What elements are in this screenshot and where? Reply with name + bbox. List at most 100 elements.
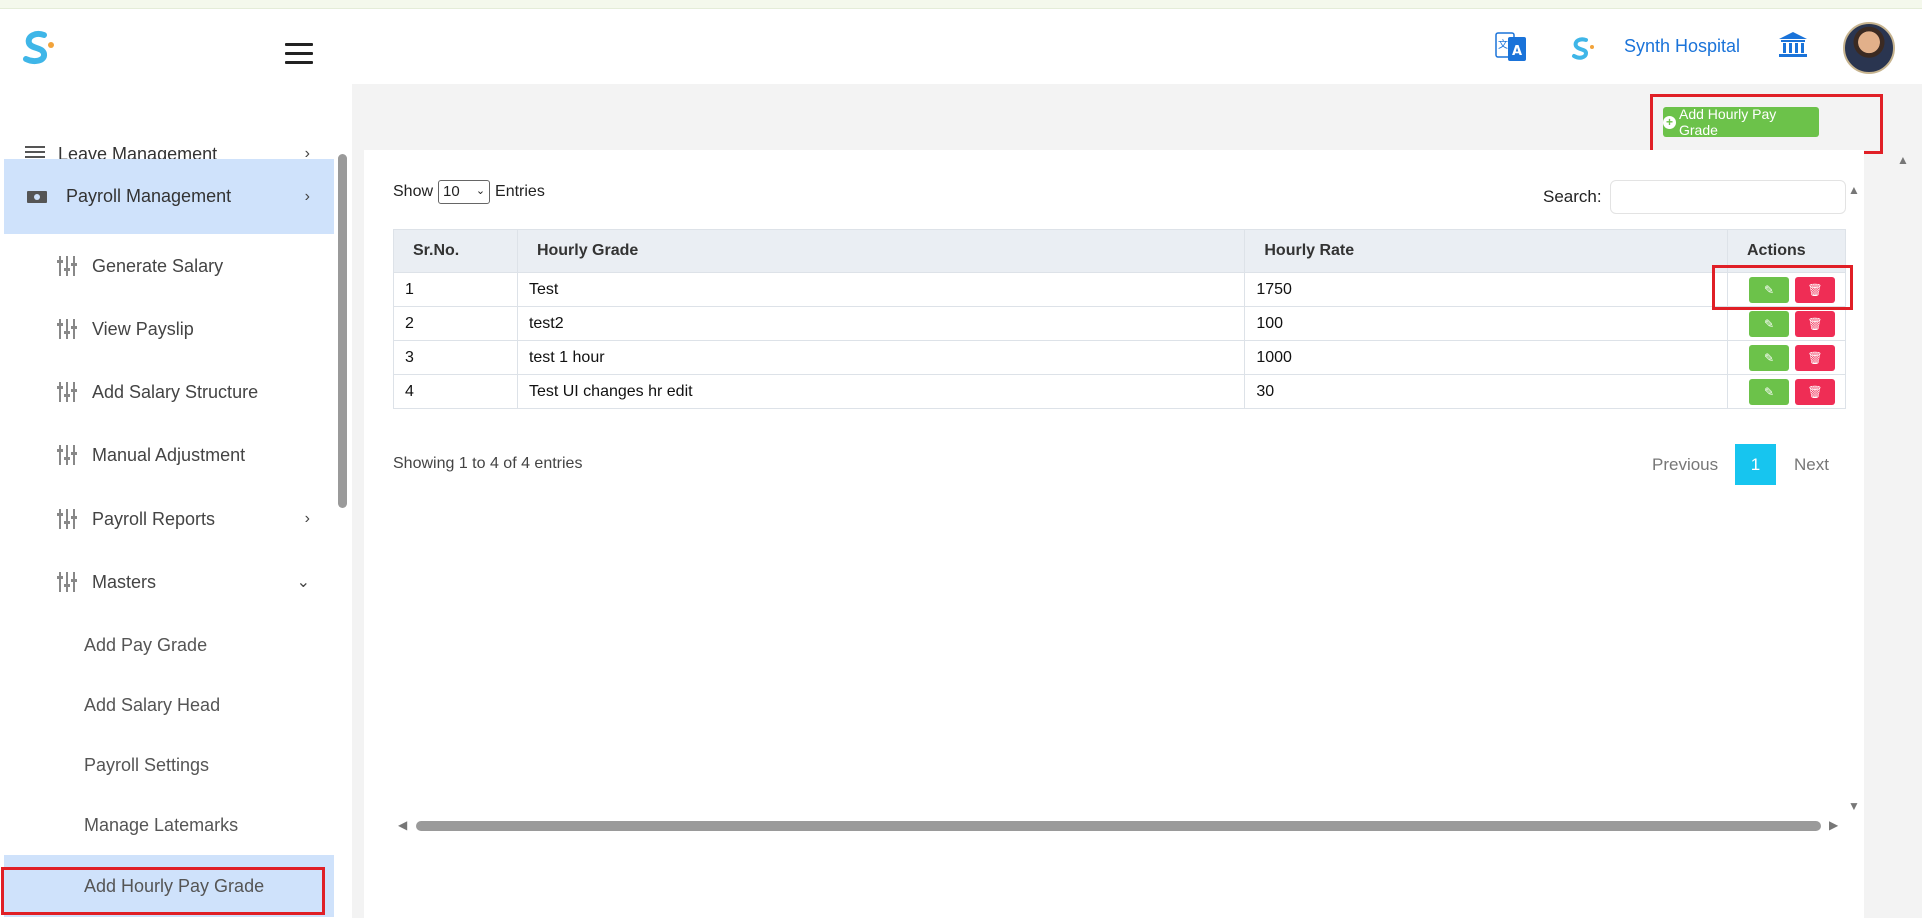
sidebar-item-view-payslip[interactable]: View Payslip (4, 297, 334, 361)
cell-actions: ✎ 🗑 (1726, 340, 1847, 375)
hourly-pay-grade-table: Sr.No. Hourly Grade Hourly Rate Actions … (393, 229, 1847, 409)
horizontal-scrollbar[interactable] (416, 821, 1821, 831)
table-info: Showing 1 to 4 of 4 entries (393, 455, 583, 472)
sidebar-item-label: Payroll Management (66, 186, 232, 206)
cell-hourly-grade: Test (516, 272, 1246, 307)
pagination-previous[interactable]: Previous (1652, 455, 1718, 475)
sidebar-item-payroll-management[interactable]: Payroll Management › (4, 159, 334, 234)
sliders-icon (57, 572, 77, 592)
edit-icon: ✎ (1763, 350, 1775, 365)
money-icon (27, 190, 47, 203)
svg-text:文: 文 (1498, 38, 1508, 51)
sidebar-item-label: Generate Salary (92, 255, 224, 276)
edit-button[interactable]: ✎ (1748, 378, 1789, 405)
pagination-next[interactable]: Next (1794, 455, 1829, 475)
show-label: Show (393, 183, 434, 200)
translate-icon[interactable]: A 文 (1494, 29, 1528, 63)
cell-hourly-rate: 1750 (1244, 272, 1728, 307)
hospital-logo-icon (1572, 37, 1594, 60)
app-header: A 文 Synth Hospital (0, 9, 1922, 84)
entries-length-control: Show 10 ⌄ Entries (393, 180, 545, 204)
cell-hourly-grade: Test UI changes hr edit (516, 374, 1246, 409)
entries-select[interactable]: 10 ⌄ (438, 180, 491, 204)
sidebar-item-payroll-reports[interactable]: Payroll Reports › (4, 487, 334, 551)
sliders-icon (57, 382, 77, 402)
scroll-right-icon[interactable]: ▶ (1829, 818, 1838, 832)
bank-icon[interactable] (1778, 31, 1808, 59)
sidebar-item-add-salary-head[interactable]: Add Salary Head (4, 681, 334, 729)
sidebar: Leave Management › Payroll Management › … (0, 84, 352, 918)
highlight-box (1, 867, 325, 915)
scroll-down-icon[interactable]: ▼ (1848, 799, 1860, 813)
avatar[interactable] (1843, 22, 1895, 74)
scroll-up-icon[interactable]: ▲ (1848, 183, 1860, 197)
sidebar-item-payroll-settings[interactable]: Payroll Settings (4, 741, 334, 789)
sidebar-item-generate-salary[interactable]: Generate Salary (4, 234, 334, 298)
sidebar-item-add-pay-grade[interactable]: Add Pay Grade (4, 621, 334, 669)
cell-hourly-rate: 1000 (1244, 340, 1728, 375)
delete-button[interactable]: 🗑 (1794, 310, 1835, 337)
table-row: 3 test 1 hour 1000 ✎ 🗑 (393, 340, 1847, 375)
table-row: 1 Test 1750 ✎ 🗑 (393, 272, 1847, 307)
cell-srno: 1 (393, 272, 518, 307)
sidebar-item-manage-latemarks[interactable]: Manage Latemarks (4, 801, 334, 849)
entries-label: Entries (495, 183, 545, 200)
sidebar-item-manual-adjustment[interactable]: Manual Adjustment (4, 423, 334, 487)
delete-button[interactable]: 🗑 (1794, 344, 1835, 371)
cell-hourly-rate: 100 (1244, 306, 1728, 341)
cell-actions: ✎ 🗑 (1726, 306, 1847, 341)
highlight-box (1712, 265, 1853, 310)
top-strip (0, 0, 1922, 9)
table-row: 2 test2 100 ✎ 🗑 (393, 306, 1847, 341)
search-input[interactable] (1610, 180, 1846, 214)
cell-actions: ✎ 🗑 (1726, 374, 1847, 409)
sliders-icon (57, 509, 77, 529)
pagination-page-1[interactable]: 1 (1735, 444, 1776, 485)
cell-srno: 3 (393, 340, 518, 375)
chevron-right-icon: › (304, 510, 310, 527)
scroll-left-icon[interactable]: ◀ (398, 818, 407, 832)
sidebar-item-masters[interactable]: Masters ⌄ (4, 550, 334, 614)
sidebar-item-add-salary-structure[interactable]: Add Salary Structure (4, 360, 334, 424)
table-row: 4 Test UI changes hr edit 30 ✎ 🗑 (393, 374, 1847, 409)
sliders-icon (57, 445, 77, 465)
add-hourly-pay-grade-button[interactable]: + Add Hourly Pay Grade (1663, 106, 1819, 138)
cell-hourly-grade: test 1 hour (516, 340, 1246, 375)
column-header-hourly-grade[interactable]: Hourly Grade (516, 229, 1246, 273)
sidebar-item-label: Payroll Reports (92, 508, 216, 529)
edit-button[interactable]: ✎ (1748, 310, 1789, 337)
cell-srno: 4 (393, 374, 518, 409)
trash-icon: 🗑 (1807, 350, 1823, 365)
delete-button[interactable]: 🗑 (1794, 378, 1835, 405)
plus-circle-icon: + (1663, 115, 1676, 129)
edit-button[interactable]: ✎ (1748, 344, 1789, 371)
logo-icon[interactable] (18, 27, 58, 67)
cell-hourly-grade: test2 (516, 306, 1246, 341)
cell-hourly-rate: 30 (1244, 374, 1728, 409)
sidebar-item-label: View Payslip (92, 318, 194, 339)
trash-icon: 🗑 (1807, 316, 1823, 331)
cell-srno: 2 (393, 306, 518, 341)
table-header-row: Sr.No. Hourly Grade Hourly Rate Actions (393, 229, 1847, 273)
menu-icon[interactable] (285, 43, 313, 65)
hospital-name[interactable]: Synth Hospital (1624, 36, 1740, 57)
sidebar-scrollbar[interactable] (338, 154, 347, 508)
chevron-down-icon: ⌄ (475, 185, 486, 197)
chevron-down-icon: ⌄ (296, 574, 310, 591)
svg-text:A: A (1512, 44, 1522, 59)
sliders-icon (57, 319, 77, 339)
sidebar-item-label: Manual Adjustment (92, 444, 246, 465)
page-scroll-up-icon[interactable]: ▲ (1897, 153, 1909, 167)
trash-icon: 🗑 (1807, 384, 1823, 399)
edit-icon: ✎ (1763, 316, 1775, 331)
column-header-srno[interactable]: Sr.No. (393, 229, 518, 273)
chevron-right-icon: › (304, 187, 310, 205)
column-header-hourly-rate[interactable]: Hourly Rate (1244, 229, 1728, 273)
entries-value: 10 (443, 183, 460, 200)
button-label: Add Hourly Pay Grade (1679, 106, 1777, 138)
search-label: Search: (1543, 187, 1602, 206)
sliders-icon (57, 256, 77, 276)
sidebar-item-label: Masters (92, 571, 157, 592)
sidebar-item-label: Add Salary Structure (92, 381, 259, 402)
edit-icon: ✎ (1763, 384, 1775, 399)
